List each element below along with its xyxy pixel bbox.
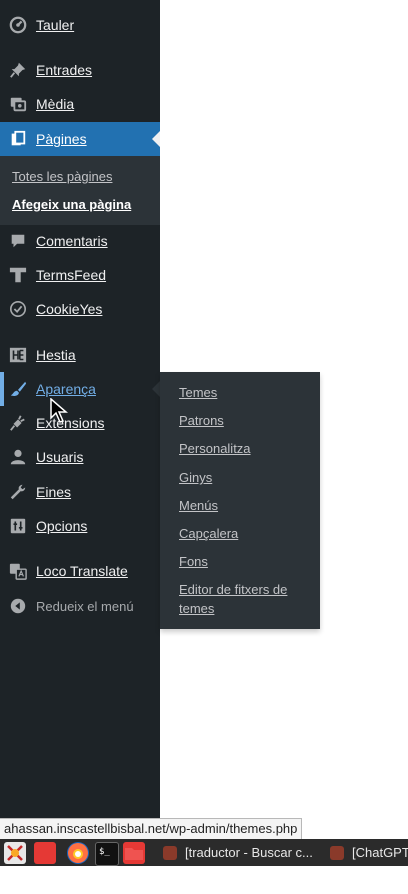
media-icon [8, 94, 28, 114]
menu-label: Pàgines [36, 131, 87, 147]
firefox-icon[interactable] [67, 842, 89, 864]
current-arrow [152, 131, 160, 147]
app-menu-icon[interactable] [4, 842, 26, 864]
translate-icon [8, 561, 28, 581]
menu-label: Entrades [36, 62, 93, 78]
menu-item-aparenca[interactable]: Aparença [0, 372, 160, 406]
wrench-icon [8, 482, 28, 502]
termsfeed-icon [8, 265, 28, 285]
svg-text:$_: $_ [99, 847, 110, 857]
flyout-item-ginys[interactable]: Ginys [179, 468, 309, 487]
menu-label: TermsFeed [36, 267, 107, 283]
menu-item-comentaris[interactable]: Comentaris [0, 224, 160, 258]
menu-label: CookieYes [36, 301, 103, 317]
pages-submenu: Totes les pàgines Afegeix una pàgina [0, 156, 160, 225]
submenu-all-pages[interactable]: Totes les pàgines [12, 169, 112, 184]
menu-label: Mèdia [36, 96, 75, 112]
window-label: [traductor - Buscar c... [185, 845, 313, 860]
brush-icon [8, 379, 28, 399]
menu-label: Tauler [36, 17, 75, 33]
comment-icon [8, 231, 28, 251]
menu-item-tauler[interactable]: Tauler [0, 8, 160, 42]
menu-label: Extensions [36, 415, 105, 431]
dashboard-icon [8, 15, 28, 35]
menu-item-eines[interactable]: Eines [0, 475, 160, 509]
menu-label: Comentaris [36, 233, 108, 249]
flyout-item-temes[interactable]: Temes [179, 383, 309, 402]
taskbar-window-chatgpt[interactable]: [ChatGPT [330, 839, 408, 866]
flyout-item-patrons[interactable]: Patrons [179, 411, 309, 430]
collapse-label: Redueix el menú [36, 598, 134, 614]
menu-item-media[interactable]: Mèdia [0, 87, 160, 121]
flyout-item-fons[interactable]: Fons [179, 552, 309, 571]
menu-label: Aparença [36, 381, 96, 397]
menu-label: Loco Translate [36, 563, 128, 579]
terminal-icon[interactable]: $_ [95, 842, 119, 866]
flyout-arrow [152, 381, 160, 397]
window-label: [ChatGPT [352, 845, 408, 860]
pages-icon [8, 129, 28, 149]
menu-item-loco-translate[interactable]: Loco Translate [0, 554, 160, 588]
flyout-item-personalitza[interactable]: Personalitza [179, 439, 309, 458]
mouse-cursor [50, 398, 68, 423]
user-icon [8, 447, 28, 467]
settings-icon [8, 516, 28, 536]
menu-item-termsfeed[interactable]: TermsFeed [0, 258, 160, 292]
taskbar: $_ [traductor - Buscar c... [ChatGPT [0, 839, 408, 866]
plugin-icon [8, 413, 28, 433]
menu-label: Eines [36, 484, 72, 500]
menu-label: Usuaris [36, 449, 84, 465]
link-status-url: ahassan.inscastellbisbal.net/wp-admin/th… [0, 818, 303, 840]
menu-label: Hestia [36, 347, 76, 363]
firefox-window-icon [330, 845, 344, 860]
menu-item-entrades[interactable]: Entrades [0, 53, 160, 87]
flyout-item-capcalera[interactable]: Capçalera [179, 524, 309, 543]
appearance-flyout-menu: Temes Patrons Personalitza Ginys Menús C… [160, 372, 320, 629]
flyout-item-menus[interactable]: Menús [179, 496, 309, 515]
menu-item-opcions[interactable]: Opcions [0, 509, 160, 543]
flyout-item-editor-fitxers-temes[interactable]: Editor de fitxers de temes [179, 580, 309, 618]
menu-item-extensions[interactable]: Extensions [0, 406, 160, 440]
pin-icon [8, 60, 28, 80]
folder-icon[interactable] [123, 842, 145, 864]
admin-sidebar: Tauler Entrades Mèdia Pàgines Totes les … [0, 0, 160, 820]
menu-item-cookieyes[interactable]: CookieYes [0, 292, 160, 326]
collapse-icon [8, 596, 28, 616]
collapse-menu-button[interactable]: Redueix el menú [0, 592, 160, 620]
submenu-add-page[interactable]: Afegeix una pàgina [12, 197, 131, 212]
hestia-icon [8, 345, 28, 365]
taskbar-window-traductor[interactable]: [traductor - Buscar c... [163, 839, 313, 866]
menu-item-pagines[interactable]: Pàgines [0, 122, 160, 156]
menu-item-hestia[interactable]: Hestia [0, 338, 160, 372]
menu-item-usuaris[interactable]: Usuaris [0, 440, 160, 474]
menu-label: Opcions [36, 518, 88, 534]
red-app-icon[interactable] [34, 842, 56, 864]
cookieyes-icon [8, 299, 28, 319]
firefox-window-icon [163, 845, 177, 860]
hover-indicator [0, 372, 4, 406]
desktop-strip [0, 866, 408, 894]
